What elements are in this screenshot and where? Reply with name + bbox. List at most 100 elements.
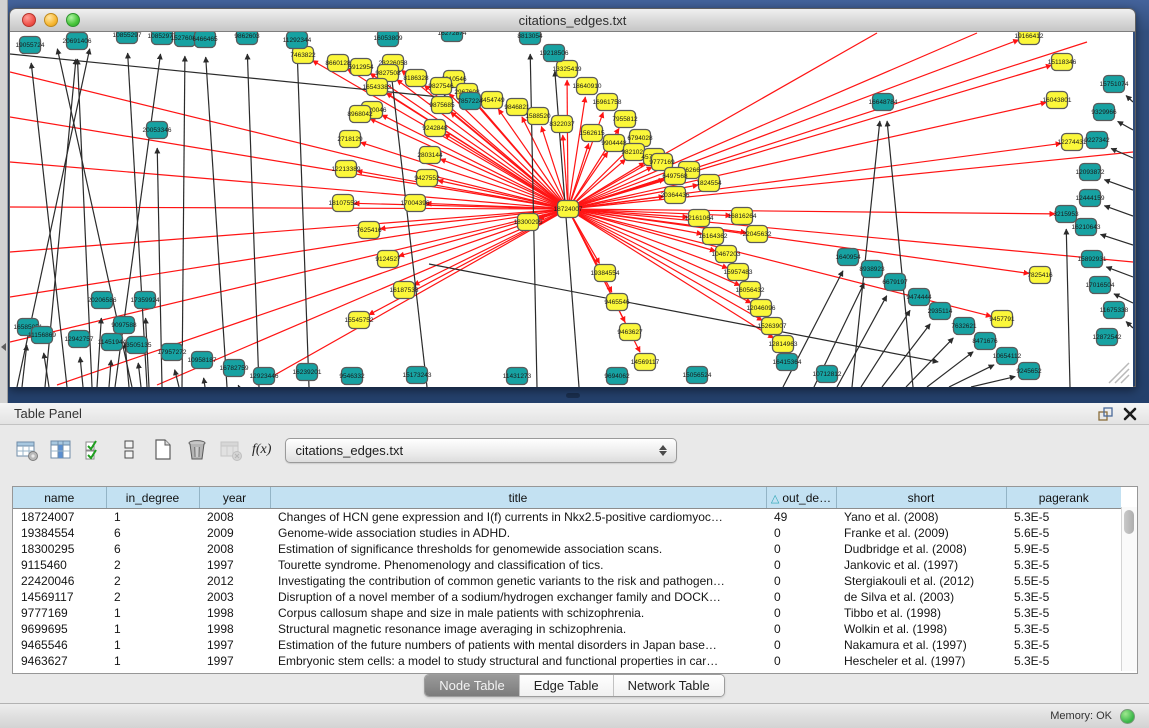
graph-node[interactable]: 7955812 [612, 111, 638, 128]
graph-node[interactable]: 9474444 [906, 289, 932, 306]
graph-node[interactable]: 16272874 [438, 32, 467, 42]
float-panel-icon[interactable] [1097, 406, 1113, 422]
graph-node[interactable]: 9245652 [1016, 363, 1042, 380]
table-row[interactable]: 969969511998Structural magnetic resonanc… [13, 621, 1121, 637]
graph-node[interactable]: 16648784 [869, 94, 898, 111]
graph-node[interactable]: 15263907 [758, 318, 787, 335]
graph-node[interactable]: 19384554 [591, 265, 620, 282]
graph-node[interactable]: 8454749 [479, 92, 505, 109]
graph-node[interactable]: 9694062 [604, 368, 630, 385]
graph-node[interactable]: 11675338 [1100, 302, 1129, 319]
graph-node[interactable]: 16164362 [699, 228, 728, 245]
graph-node[interactable]: 12444159 [1076, 190, 1105, 207]
table-row[interactable]: 1830029562008Estimation of significance … [13, 541, 1121, 557]
graph-node[interactable]: 15118346 [1048, 54, 1077, 71]
graph-node[interactable]: 15957483 [724, 264, 753, 281]
function-builder-icon[interactable]: f(x) [252, 442, 271, 458]
close-panel-icon[interactable] [1123, 407, 1137, 421]
graph-node[interactable]: 12161064 [685, 210, 714, 227]
graph-node[interactable]: 6679197 [882, 274, 908, 291]
graph-node[interactable]: 8813054 [517, 32, 543, 45]
graph-node[interactable]: 9227342 [1084, 132, 1110, 149]
graph-node[interactable]: 1562615 [579, 125, 605, 142]
memory-status-indicator[interactable] [1120, 709, 1135, 724]
graph-node[interactable]: 12213389 [332, 161, 361, 178]
graph-node[interactable]: 9124527 [375, 251, 401, 268]
graph-node[interactable]: 19218506 [540, 45, 569, 62]
graph-node[interactable]: 12274431 [1058, 134, 1087, 151]
graph-node[interactable]: 20053346 [143, 122, 172, 139]
graph-node[interactable]: 9329966 [1091, 104, 1117, 121]
graph-node[interactable]: 12046096 [747, 300, 776, 317]
graph-node[interactable]: 9463627 [617, 324, 643, 341]
graph-node[interactable]: 17004396 [401, 195, 430, 212]
graph-node[interactable]: 22045632 [743, 226, 772, 243]
table-row[interactable]: 977716911998Corpus callosum shape and si… [13, 605, 1121, 621]
select-columns-icon[interactable] [82, 437, 108, 463]
table-scrollbar-thumb[interactable] [1124, 510, 1134, 534]
graph-node[interactable]: 12942757 [65, 331, 94, 348]
graph-node[interactable]: 2718129 [337, 131, 363, 148]
graph-node[interactable]: 15892931 [1078, 251, 1107, 268]
table-row[interactable]: 946554611997Estimation of the future num… [13, 637, 1121, 653]
show-columns-icon[interactable] [48, 437, 74, 463]
graph-node[interactable]: 17359924 [131, 292, 160, 309]
graph-node[interactable]: 12872542 [1093, 329, 1122, 346]
graph-node[interactable]: 9242848 [422, 120, 448, 137]
graph-node[interactable]: 19055724 [16, 37, 45, 54]
tab-network-table[interactable]: Network Table [614, 675, 724, 696]
column-header-short[interactable]: short [836, 487, 1006, 509]
graph-node[interactable]: 9875685 [429, 97, 455, 114]
graph-node[interactable]: 16187533 [390, 282, 419, 299]
network-window-titlebar[interactable]: citations_edges.txt [10, 9, 1135, 32]
graph-node[interactable]: 9862603 [234, 32, 260, 45]
graph-node[interactable]: 9427552 [414, 170, 440, 187]
graph-node[interactable]: 8938923 [859, 261, 885, 278]
graph-node[interactable]: 16056432 [736, 282, 765, 299]
graph-node[interactable]: 13505135 [123, 337, 152, 354]
graph-node[interactable]: 15173243 [403, 367, 432, 384]
graph-node[interactable]: 6466465 [192, 32, 218, 48]
graph-node[interactable]: 10958187 [188, 352, 217, 369]
table-row[interactable]: 1938455462009Genome-wide association stu… [13, 525, 1121, 541]
collapse-splitter-arrow-icon[interactable] [1, 343, 6, 351]
graph-node[interactable]: 9097588 [111, 317, 137, 334]
graph-node[interactable]: 16543382 [363, 79, 392, 96]
graph-node[interactable]: 18107552 [329, 195, 358, 212]
table-row[interactable]: 1872400712008Changes of HCN gene express… [13, 509, 1121, 526]
graph-node[interactable]: 15751074 [1100, 76, 1129, 93]
graph-node[interactable]: 19166412 [1015, 32, 1044, 45]
graph-node[interactable]: 17016504 [1086, 277, 1115, 294]
tab-edge-table[interactable]: Edge Table [520, 675, 614, 696]
graph-node[interactable]: 20364436 [661, 187, 690, 204]
network-canvas[interactable]: 7463822866012859129542322605898275088186… [10, 32, 1133, 387]
splitter-grip[interactable] [566, 393, 580, 398]
graph-node[interactable]: 9546332 [339, 368, 365, 385]
graph-hub-node[interactable]: 18724007 [554, 201, 583, 218]
tab-node-table[interactable]: Node Table [425, 675, 520, 696]
graph-node[interactable]: 10855297 [113, 32, 142, 44]
graph-node[interactable]: 7625416 [356, 222, 382, 239]
graph-node[interactable]: 13325419 [553, 61, 582, 78]
graph-node[interactable]: 11431273 [503, 368, 532, 385]
column-header-name[interactable]: name [13, 487, 106, 509]
table-row[interactable]: 911546021997Tourette syndrome. Phenomeno… [13, 557, 1121, 573]
graph-node[interactable]: 8322037 [549, 116, 575, 133]
graph-node[interactable]: 10467203 [712, 246, 741, 263]
graph-node[interactable]: 10654112 [993, 348, 1022, 365]
graph-node[interactable]: 16239201 [293, 364, 322, 381]
graph-node[interactable]: 3215953 [1053, 206, 1079, 223]
table-scrollbar[interactable] [1121, 507, 1137, 671]
table-mode-icon[interactable] [14, 437, 40, 463]
graph-node[interactable]: 11292344 [283, 32, 312, 49]
network-graph[interactable]: 7463822866012859129542322605898275088186… [10, 32, 1133, 387]
delete-columns-icon[interactable] [184, 437, 210, 463]
graph-node[interactable]: 16415364 [773, 354, 802, 371]
graph-node[interactable]: 2803144 [417, 147, 443, 164]
graph-node[interactable]: 18300295 [514, 214, 543, 231]
graph-node[interactable]: 16043801 [1043, 92, 1072, 109]
resize-grip-icon[interactable] [1115, 369, 1129, 383]
graph-node[interactable]: 8471676 [972, 333, 998, 350]
table-selector[interactable]: citations_edges.txt [285, 438, 677, 463]
graph-node[interactable]: 9465546 [604, 294, 630, 311]
